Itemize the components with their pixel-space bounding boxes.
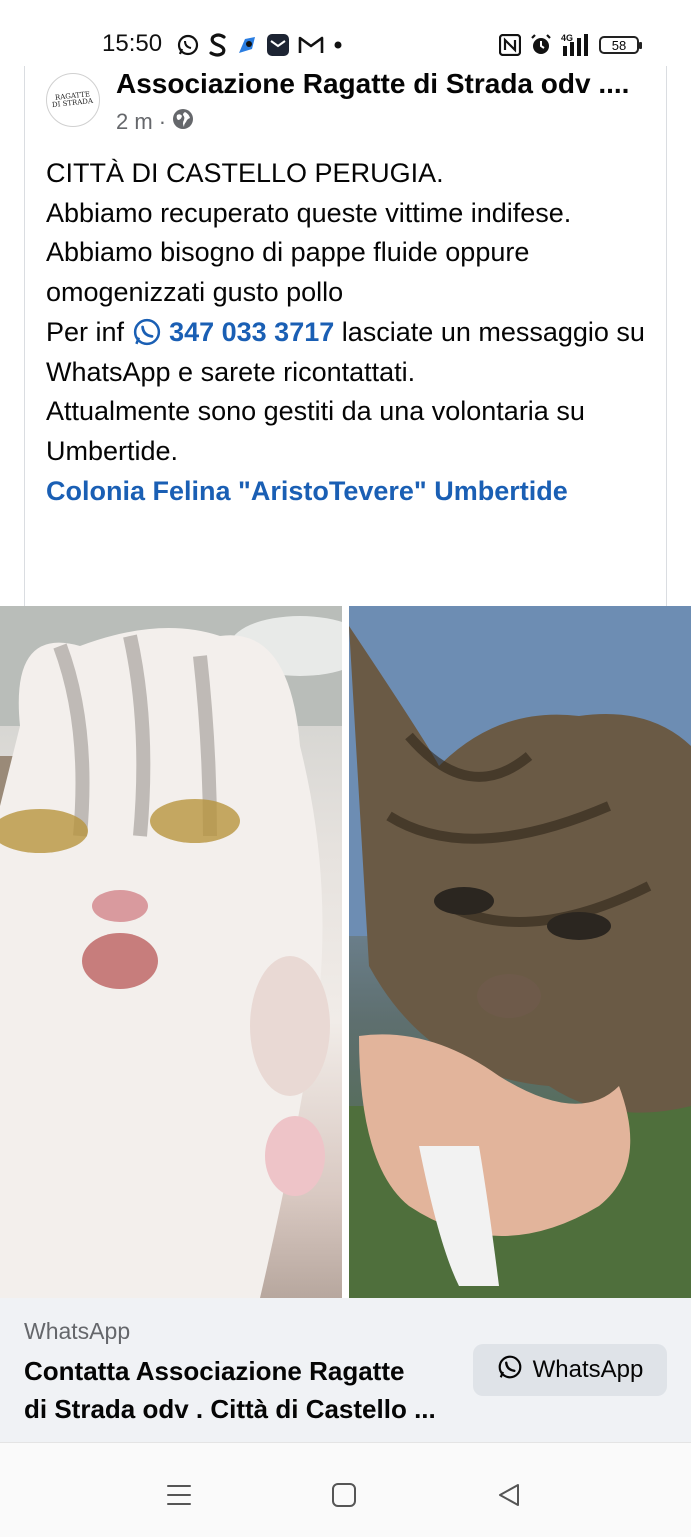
photo-kitten-tabby[interactable] xyxy=(349,606,691,1298)
post-line-contact: Per inf 347 033 3717 lasciate un messagg… xyxy=(46,313,646,392)
preview-title[interactable]: Contatta Associazione Ragatte di Strada … xyxy=(24,1352,454,1428)
system-icons: 4G 58 xyxy=(499,31,642,59)
post-meta: 2 m · xyxy=(116,108,194,136)
battery-icon: 58 xyxy=(599,36,642,54)
whatsapp-icon xyxy=(176,33,200,57)
meta-separator: · xyxy=(158,109,167,134)
s-app-icon xyxy=(208,32,228,58)
post-line-volunteer: Attualmente sono gestiti da una volontar… xyxy=(46,396,585,466)
contact-prefix: Per inf xyxy=(46,316,125,347)
whatsapp-button-label: WhatsApp xyxy=(532,1356,644,1383)
gmail-icon xyxy=(298,35,324,55)
status-bar: 15:50 4G 58 xyxy=(0,0,691,70)
page-avatar[interactable]: RAGATTE DI STRADA xyxy=(46,73,100,127)
preview-title-line2: di Strada odv . Città di Castello ... xyxy=(24,1394,436,1424)
colonia-link[interactable]: Colonia Felina "AristoTevere" Umbertide xyxy=(46,476,568,506)
svg-text:4G: 4G xyxy=(561,33,573,43)
battery-level: 58 xyxy=(611,37,627,53)
signal-4g-icon: 4G xyxy=(561,32,591,58)
dot-icon xyxy=(332,39,344,51)
post-line-location: CITTÀ DI CASTELLO PERUGIA. xyxy=(46,158,444,188)
photo-kitten-white[interactable] xyxy=(0,606,342,1298)
post-line-rescue: Abbiamo recuperato queste vittime indife… xyxy=(46,197,572,228)
preview-source: WhatsApp xyxy=(24,1318,131,1344)
post-line-need: Abbiamo bisogno di pappe fluide oppure o… xyxy=(46,237,530,308)
whatsapp-icon xyxy=(132,317,162,347)
preview-title-line1: Contatta Associazione Ragatte xyxy=(24,1356,405,1386)
phone-link[interactable]: 347 033 3717 xyxy=(132,316,335,347)
back-icon[interactable] xyxy=(492,1478,526,1512)
globe-icon xyxy=(172,108,194,136)
page-name-link[interactable]: Associazione Ragatte di Strada odv .... xyxy=(116,68,646,100)
mail-app-icon xyxy=(266,33,290,57)
post-body: CITTÀ DI CASTELLO PERUGIA. Abbiamo recup… xyxy=(46,154,646,511)
nfc-icon xyxy=(499,34,521,56)
alarm-icon xyxy=(529,33,553,57)
blue-app-icon xyxy=(236,34,258,56)
status-time: 15:50 xyxy=(102,30,163,57)
notification-icons xyxy=(176,31,344,59)
phone-number: 347 033 3717 xyxy=(169,316,335,347)
menu-icon[interactable] xyxy=(162,1478,196,1512)
whatsapp-icon xyxy=(497,1354,523,1387)
whatsapp-button[interactable]: WhatsApp xyxy=(473,1344,667,1396)
post-time[interactable]: 2 m xyxy=(116,109,153,135)
avatar-logo-text-2: DI STRADA xyxy=(52,96,94,110)
home-icon[interactable] xyxy=(327,1478,361,1512)
